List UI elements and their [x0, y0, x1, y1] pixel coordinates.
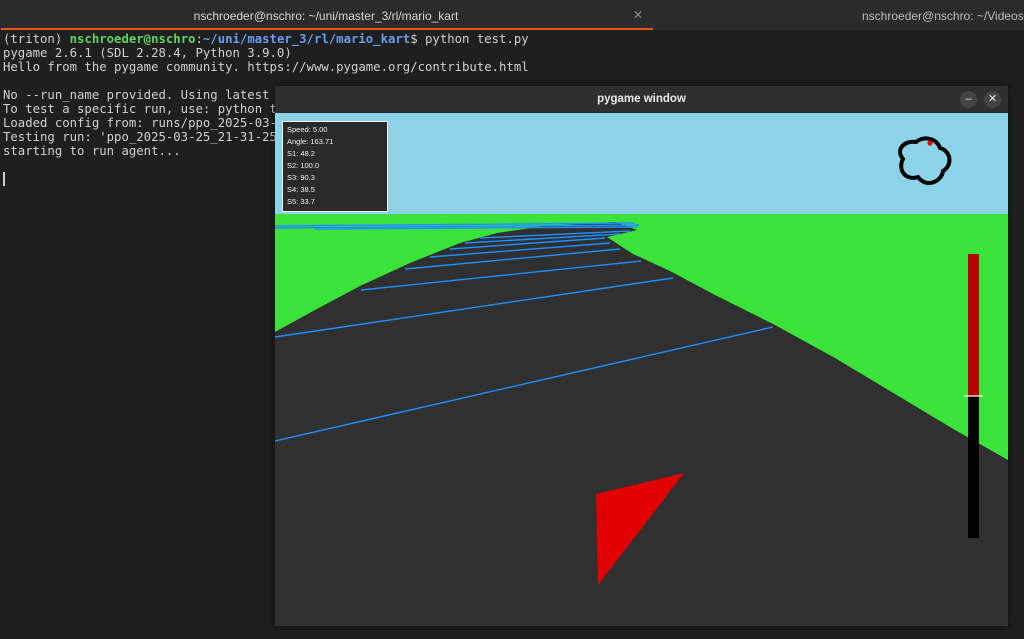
output-line: pygame 2.6.1 (SDL 2.28.4, Python 3.9.0)	[3, 46, 292, 60]
output-line: starting to run agent...	[3, 144, 181, 158]
window-titlebar[interactable]: pygame window – ✕	[275, 86, 1008, 113]
terminal-tab-bar: nschroeder@nschro: ~/uni/master_3/rl/mar…	[0, 0, 1024, 30]
output-line: Hello from the pygame community. https:/…	[3, 60, 529, 74]
user-host: nschroeder@nschro	[69, 32, 196, 46]
window-title: pygame window	[597, 93, 686, 105]
hud-sensor-5: S5: 33.7	[287, 197, 315, 206]
minimap-car-dot	[927, 140, 933, 146]
output-line: Testing run: 'ppo_2025-03-25_21-31-25	[3, 130, 277, 144]
tab-label: nschroeder@nschro: ~/Videos	[862, 9, 1024, 23]
hud-sensor-4: S4: 38.5	[287, 185, 315, 194]
output-line: No --run_name provided. Using latest	[3, 88, 270, 102]
hud-stats-panel: Speed: 5.00 Angle: 163.71 S1: 48.2 S2: 1…	[282, 121, 388, 212]
close-tab-icon[interactable]: ✕	[631, 8, 645, 22]
close-button[interactable]: ✕	[984, 91, 1001, 108]
cwd-path: ~/uni/master_3/rl/mario_kart	[202, 32, 411, 46]
hud-sensor-2: S2: 100.0	[287, 161, 320, 170]
hud-sensor-1: S1: 48.2	[287, 149, 315, 158]
hud-sensor-3: S3: 90.3	[287, 173, 315, 182]
tab-mario-kart[interactable]: nschroeder@nschro: ~/uni/master_3/rl/mar…	[0, 0, 652, 30]
conda-env: (triton)	[3, 32, 70, 46]
pygame-window[interactable]: pygame window – ✕ Speed: 5.00 Angle: 163…	[275, 86, 1008, 626]
tab-label: nschroeder@nschro: ~/uni/master_3/rl/mar…	[193, 9, 459, 23]
output-line: Loaded config from: runs/ppo_2025-03-	[3, 116, 277, 130]
prompt-dollar: $	[410, 32, 426, 46]
terminal-cursor	[3, 172, 5, 186]
minimize-button[interactable]: –	[960, 91, 977, 108]
tab-videos[interactable]: nschroeder@nschro: ~/Videos	[862, 0, 1024, 30]
throttle-gauge-fill	[968, 254, 979, 396]
hud-angle: Angle: 163.71	[287, 137, 334, 146]
command-text: python test.py	[425, 32, 529, 46]
hud-speed: Speed: 5.00	[287, 125, 328, 134]
prompt-line: (triton) nschroeder@nschro:~/uni/master_…	[3, 32, 529, 46]
prompt-separator: :	[195, 32, 203, 46]
output-line: To test a specific run, use: python te	[3, 102, 285, 116]
